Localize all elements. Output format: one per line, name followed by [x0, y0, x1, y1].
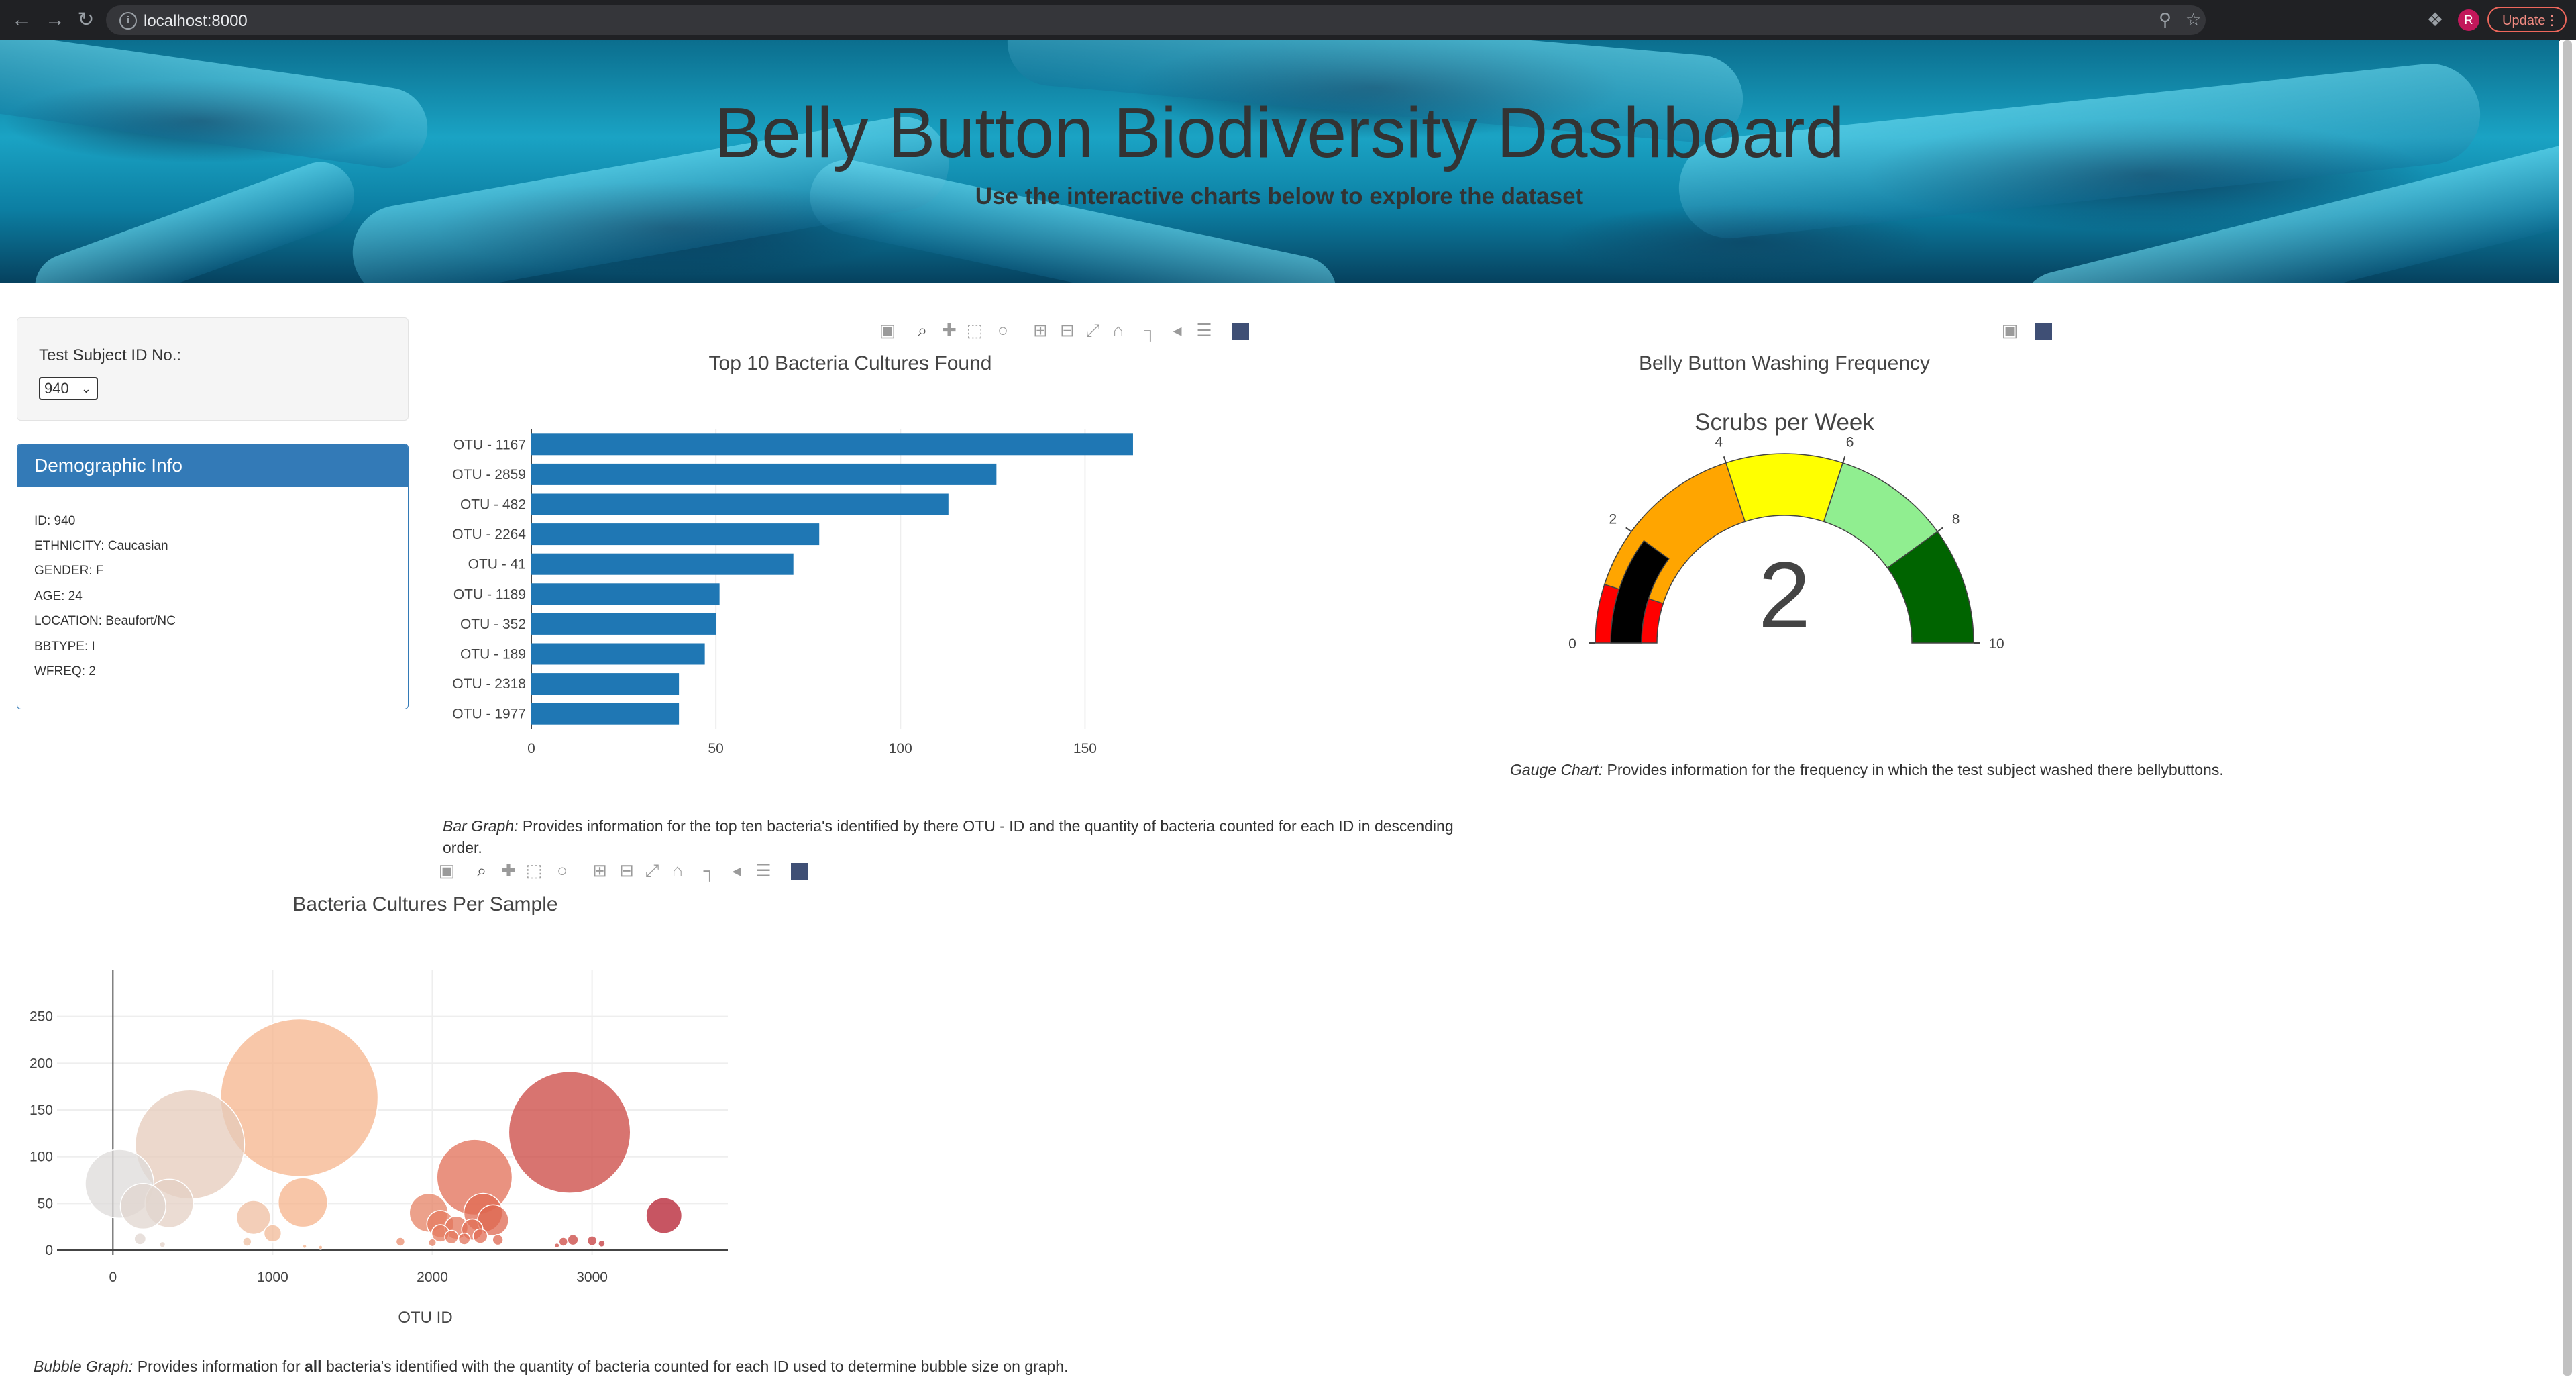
- bar-graph-caption: Bar Graph: Provides information for the …: [443, 815, 1476, 858]
- bubble-point[interactable]: [302, 1243, 307, 1249]
- bubble-point[interactable]: [508, 1070, 631, 1194]
- bubble-caption-text-1: Provides information for: [133, 1358, 305, 1375]
- bubble-point[interactable]: [277, 1177, 328, 1228]
- gauge-caption-label: Gauge Chart:: [1510, 761, 1603, 778]
- bubble-x-tick-label: 3000: [576, 1270, 608, 1285]
- gauge-caption-text: Provides information for the frequency i…: [1603, 761, 2224, 778]
- bubble-y-tick-label: 0: [45, 1243, 53, 1258]
- bubble-chart[interactable]: 0 1000 2000 3000 0 50 100 150 200 250: [0, 0, 2576, 1381]
- bubble-point[interactable]: [553, 1242, 560, 1249]
- bubble-point[interactable]: [558, 1237, 568, 1247]
- bubble-y-tick-label: 100: [30, 1149, 53, 1165]
- bubble-point[interactable]: [444, 1229, 459, 1245]
- bubble-y-tick-label: 200: [30, 1056, 53, 1071]
- bubble-y-tick-label: 50: [38, 1196, 53, 1211]
- bubble-point[interactable]: [492, 1234, 504, 1246]
- bubble-point[interactable]: [159, 1241, 166, 1248]
- bubble-point[interactable]: [458, 1232, 471, 1245]
- bubble-x-tick-label: 2000: [417, 1270, 448, 1285]
- bar-caption-label: Bar Graph:: [443, 817, 519, 835]
- bubble-x-tick-label: 1000: [257, 1270, 288, 1285]
- bubble-caption-label: Bubble Graph:: [34, 1358, 133, 1375]
- bubble-point[interactable]: [318, 1245, 323, 1250]
- gauge-chart-caption: Gauge Chart: Provides information for th…: [1510, 759, 2557, 780]
- bubble-point[interactable]: [263, 1224, 282, 1243]
- bubble-point[interactable]: [133, 1232, 147, 1245]
- bubble-point[interactable]: [119, 1182, 166, 1230]
- bubble-point[interactable]: [395, 1237, 406, 1247]
- bar-caption-text: Provides information for the top ten bac…: [443, 817, 1454, 856]
- bubble-point[interactable]: [567, 1234, 579, 1246]
- bubble-point[interactable]: [242, 1237, 252, 1247]
- bubble-caption-text-2: bacteria's identified with the quantity …: [321, 1358, 1069, 1375]
- bubble-point[interactable]: [428, 1238, 437, 1247]
- bubble-caption-bold: all: [305, 1358, 322, 1375]
- bubble-point[interactable]: [598, 1239, 606, 1248]
- bubble-x-tick-label: 0: [109, 1270, 117, 1285]
- bubble-y-tick-label: 250: [30, 1009, 53, 1025]
- bubble-point[interactable]: [645, 1197, 683, 1234]
- bubble-point[interactable]: [586, 1235, 598, 1247]
- bubble-point[interactable]: [472, 1228, 488, 1244]
- bubble-y-tick-label: 150: [30, 1103, 53, 1118]
- bubble-graph-caption: Bubble Graph: Provides information for a…: [34, 1356, 1375, 1377]
